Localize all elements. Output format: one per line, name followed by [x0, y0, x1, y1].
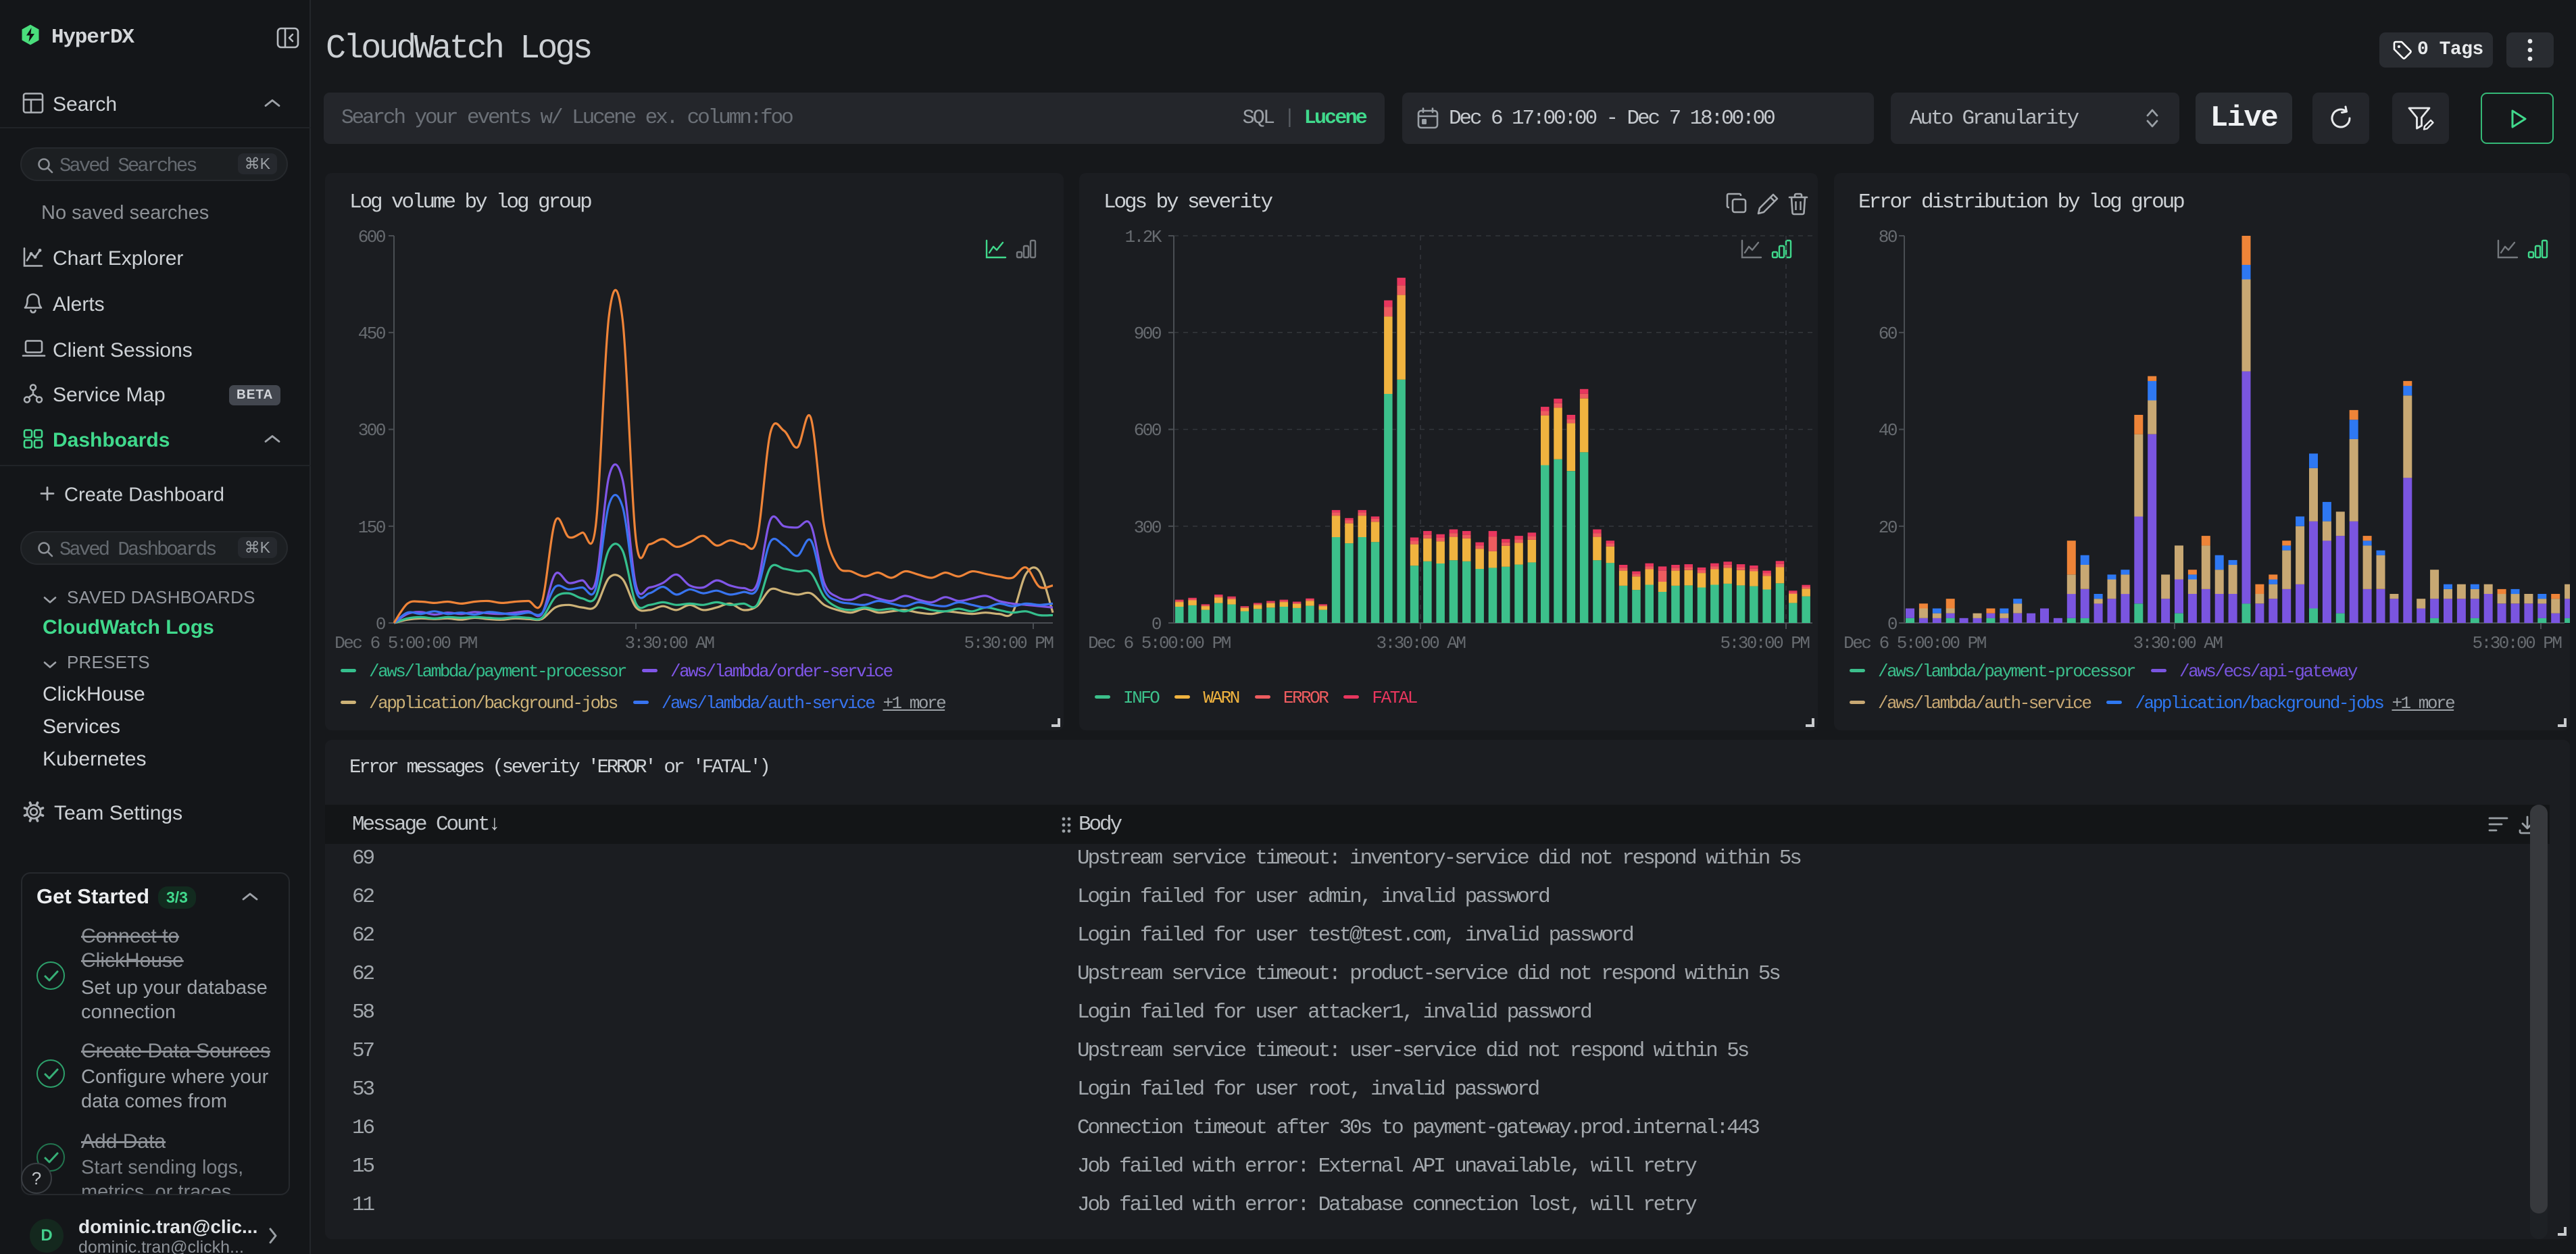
svg-text:0: 0 [1151, 614, 1161, 634]
svg-text:3:30:00 AM: 3:30:00 AM [624, 633, 714, 653]
svg-text:900: 900 [1134, 324, 1161, 344]
svg-text:300: 300 [1134, 518, 1161, 538]
svg-text:600: 600 [358, 227, 385, 247]
svg-text:60: 60 [1879, 324, 1897, 344]
svg-text:450: 450 [358, 324, 385, 344]
svg-text:Dec 6 5:00:00 PM: Dec 6 5:00:00 PM [1843, 633, 1986, 653]
svg-text:0: 0 [1887, 614, 1897, 634]
svg-text:Dec 6 5:00:00 PM: Dec 6 5:00:00 PM [1088, 633, 1231, 653]
svg-text:40: 40 [1879, 420, 1897, 441]
svg-text:3:30:00 AM: 3:30:00 AM [2133, 633, 2222, 653]
svg-text:1.2K: 1.2K [1125, 227, 1162, 247]
svg-text:300: 300 [358, 420, 385, 441]
svg-text:5:30:00 PM: 5:30:00 PM [2472, 633, 2561, 653]
svg-text:5:30:00 PM: 5:30:00 PM [1720, 633, 1809, 653]
svg-text:80: 80 [1879, 227, 1897, 247]
svg-text:600: 600 [1134, 420, 1161, 441]
svg-text:3:30:00 AM: 3:30:00 AM [1376, 633, 1465, 653]
svg-text:5:30:00 PM: 5:30:00 PM [964, 633, 1053, 653]
svg-text:20: 20 [1879, 518, 1897, 538]
svg-text:Dec 6 5:00:00 PM: Dec 6 5:00:00 PM [335, 633, 477, 653]
svg-text:150: 150 [358, 518, 385, 538]
svg-text:0: 0 [376, 614, 385, 634]
